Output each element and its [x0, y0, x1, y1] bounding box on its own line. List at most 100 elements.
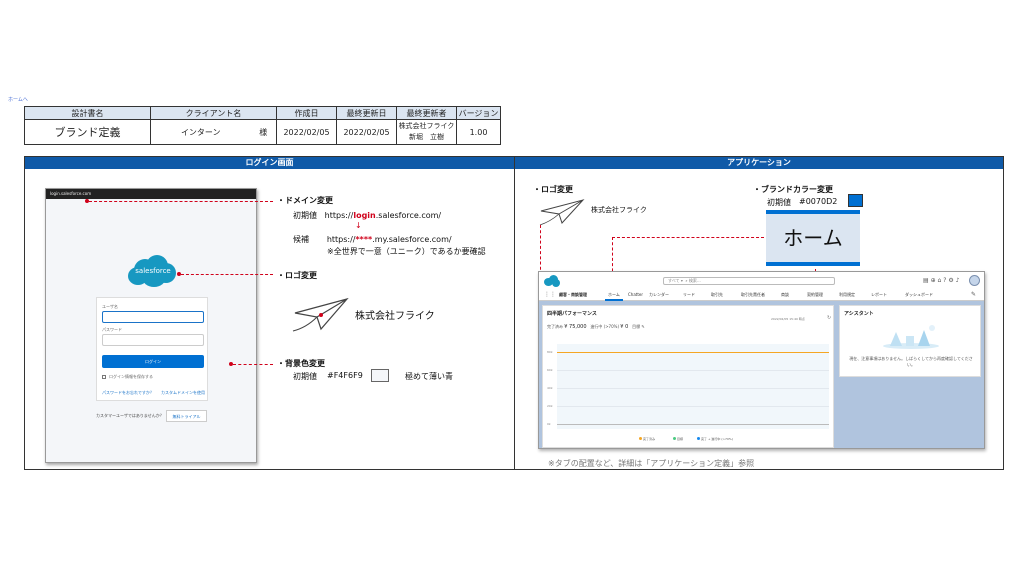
password-input[interactable]: [102, 334, 204, 346]
tab-lead[interactable]: リード: [683, 292, 695, 298]
login-url-bar: login.salesforce.com: [46, 189, 256, 199]
app-launcher-icon[interactable]: ⋮⋮: [544, 291, 556, 298]
app-name: 顧客・商談管理: [559, 292, 587, 297]
perf-updated: 2022/02/05 15:40 時点: [771, 317, 805, 321]
add-icon[interactable]: ⊕: [931, 277, 936, 284]
perf-goal-label: 目標: [632, 324, 641, 329]
tab-terms[interactable]: 利用規定: [839, 292, 855, 298]
brand-color-value: #0070D2: [799, 197, 838, 206]
gridline: [557, 370, 829, 371]
search-scope: すべて: [668, 278, 680, 283]
legend-closed: 完了済み: [639, 437, 655, 441]
legend-closed-label: 完了済み: [643, 437, 656, 441]
domain-initial-highlight: login: [353, 211, 376, 220]
tab-calendar[interactable]: カレンダー: [649, 292, 669, 298]
updater-name: 新堀 立樹: [409, 133, 444, 141]
assistant-illustration-icon: [883, 325, 939, 349]
forgot-password-link[interactable]: パスワードをお忘れですか？: [102, 390, 154, 396]
bg-color-swatch: [371, 369, 389, 382]
perf-open-label: 進行中 (>70%): [590, 324, 620, 329]
honorific-cell: 様: [250, 119, 277, 145]
paper-plane-logo-icon: [292, 297, 349, 332]
login-section-header: ログイン画面: [25, 157, 514, 169]
search-placeholder: 検索...: [688, 278, 701, 283]
updater-company: 株式会社フライク: [398, 122, 455, 130]
avatar[interactable]: [969, 275, 980, 286]
login-form-card: ユーザ名 パスワード ログイン ログイン情報を保存する パスワードをお忘れですか…: [96, 297, 208, 401]
domain-candidate-prefix: https://: [326, 235, 356, 244]
domain-note-title: ・ドメイン変更: [277, 196, 333, 205]
tab-opportunity[interactable]: 商談: [781, 292, 789, 298]
favorites-icon[interactable]: ▤: [923, 277, 929, 284]
domain-initial-label: 初期値: [293, 211, 317, 220]
header-icons: ▤ ⊕ ⌂ ? ⚙ ♪: [923, 277, 960, 284]
bg-color-desc: 極めて薄い青: [405, 372, 453, 381]
app-logo-connector: [540, 225, 541, 275]
main-frame: ログイン画面 アプリケーション login.salesforce.com sal…: [24, 156, 1004, 470]
login-logo-company: 株式会社フライク: [355, 311, 435, 322]
header-created: 作成日: [276, 106, 337, 120]
edit-nav-icon[interactable]: ✎: [971, 291, 976, 298]
username-label: ユーザ名: [102, 304, 118, 309]
legend-closed-open-label: 完了 + 進行中 (>70%): [701, 437, 733, 441]
legend-goal-label: 目標: [677, 437, 684, 441]
legend-closed-open: 完了 + 進行中 (>70%): [697, 437, 733, 441]
bell-icon[interactable]: ♪: [956, 277, 960, 284]
tab-account[interactable]: 取引先: [711, 292, 723, 298]
goal-edit-icon[interactable]: ✎: [641, 324, 644, 329]
header-doc-name: 設計書名: [24, 106, 151, 120]
performance-chart-area: [557, 344, 829, 429]
goal-line: [557, 352, 829, 353]
domain-candidate-suffix: .my.salesforce.com/: [372, 235, 452, 244]
domain-connector: [89, 201, 273, 202]
table-row: ブランド定義 インターン 様 2022/02/05 2022/02/05 株式会…: [24, 119, 501, 145]
tab-home[interactable]: ホーム: [608, 292, 620, 298]
header-client: クライアント名: [150, 106, 277, 120]
y-tick: 40k: [547, 386, 553, 390]
help-icon[interactable]: ?: [943, 277, 946, 284]
header-updated: 最終更新日: [336, 106, 397, 120]
y-tick: 60k: [547, 368, 553, 372]
free-trial-button[interactable]: 無料トライアル: [166, 410, 207, 422]
tab-contract[interactable]: 契約管理: [807, 292, 823, 298]
down-arrow-icon: ↓: [355, 221, 362, 230]
app-logo-note-title: ・ロゴ変更: [533, 185, 573, 194]
home-tab-illustration: ホーム: [766, 210, 860, 266]
tab-chatter[interactable]: Chatter: [628, 292, 643, 297]
gear-icon[interactable]: ⚙: [948, 277, 953, 284]
tab-dashboard[interactable]: ダッシュボード: [905, 292, 933, 298]
salesforce-logo: salesforce: [128, 253, 178, 289]
domain-candidate-line: 候補 https://****.my.salesforce.com/: [293, 234, 452, 245]
app-logo-company: 株式会社フライク: [591, 206, 647, 214]
domain-initial-suffix: .salesforce.com/: [375, 211, 442, 220]
bg-color-value: #F4F6F9: [327, 371, 363, 380]
reference-note: ※タブの配置など、詳細は「アプリケーション定義」参照: [548, 459, 755, 468]
perf-open-value: ¥ 0: [620, 324, 629, 330]
domain-candidate-highlight: ****: [355, 235, 373, 244]
search-icon: ⌕: [685, 278, 688, 283]
login-button[interactable]: ログイン: [102, 355, 204, 368]
tab-contact[interactable]: 取引先責任者: [741, 292, 765, 298]
home-tab-connector: [612, 237, 764, 238]
legend-goal: 目標: [673, 437, 683, 441]
domain-initial-prefix: https://: [324, 211, 354, 220]
doc-name-cell: ブランド定義: [24, 119, 151, 145]
section-divider: [514, 157, 515, 469]
login-logo-connector: [181, 274, 273, 275]
custom-domain-link[interactable]: カスタムドメインを使用: [161, 390, 205, 396]
global-search-input[interactable]: すべて ▾ ⌕ 検索...: [663, 277, 835, 285]
refresh-icon[interactable]: ↻: [827, 315, 831, 321]
remember-checkbox[interactable]: [102, 375, 106, 379]
header-version: バージョン: [456, 106, 501, 120]
setup-icon[interactable]: ⌂: [938, 277, 942, 284]
x-axis: [557, 424, 829, 425]
bg-color-initial-label: 初期値: [293, 372, 317, 381]
back-link[interactable]: ホームへ: [8, 96, 28, 103]
bg-color-connector: [233, 364, 273, 365]
asst-message: 現在、注意事項はありません。しばらくしてから再度確認してください。: [849, 356, 973, 367]
perf-closed-label: 完了済み: [547, 324, 563, 329]
username-input[interactable]: [102, 311, 204, 323]
tab-report[interactable]: レポート: [871, 292, 887, 298]
brand-color-initial-label: 初期値: [767, 198, 791, 207]
header-updater: 最終更新者: [396, 106, 457, 120]
